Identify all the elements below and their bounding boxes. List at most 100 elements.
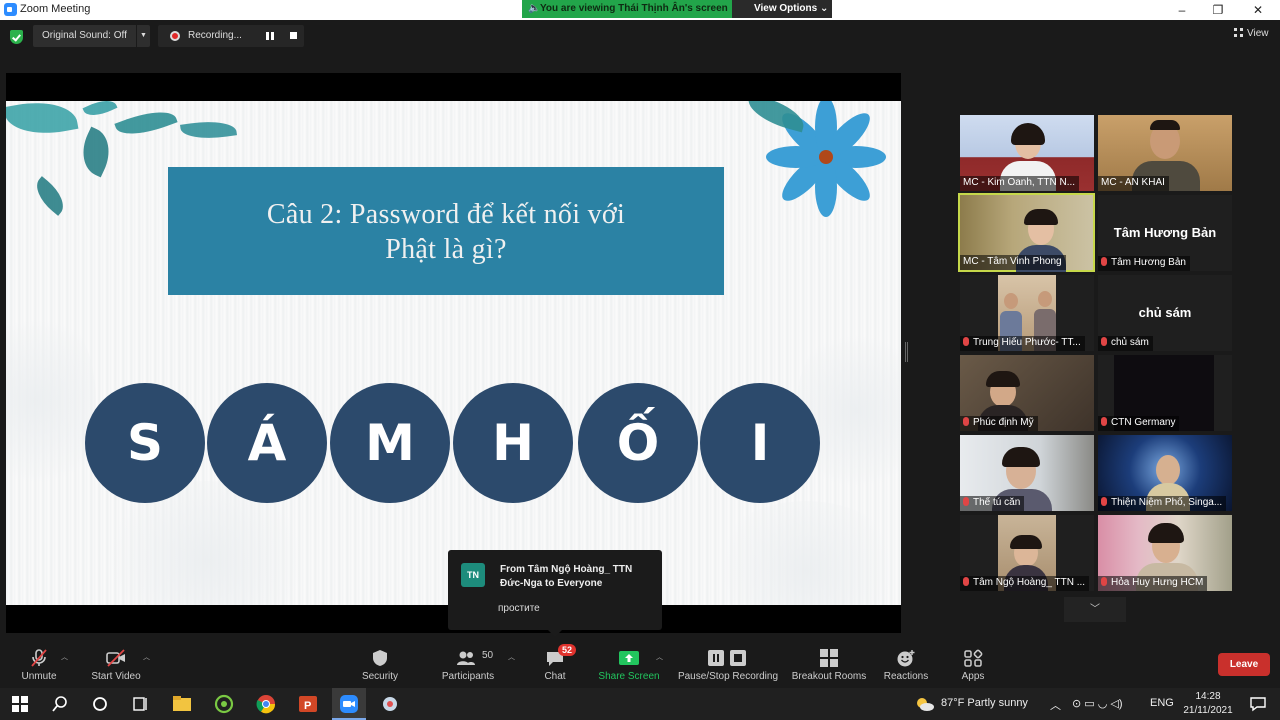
start-video-button[interactable]: Start Video <box>86 640 146 688</box>
participant-name: Tâm Hương Bản <box>1098 256 1190 271</box>
participant-name: Tâm Ngộ Hoàng_ TTN ... <box>960 576 1090 591</box>
participant-tile[interactable]: Trung Hiếu Phước- TT... <box>960 275 1094 351</box>
participant-tile-active-speaker[interactable]: MC - Tâm Vinh Phong <box>958 193 1095 272</box>
share-screen-button[interactable]: Share Screen <box>596 640 662 688</box>
green-app-icon[interactable] <box>214 694 234 714</box>
share-options-chevron-icon[interactable]: ︿ <box>656 652 663 662</box>
record-dot-icon <box>170 31 180 41</box>
leave-button[interactable]: Leave <box>1218 653 1270 676</box>
security-button[interactable]: Security <box>352 640 408 688</box>
unmute-button[interactable]: Unmute <box>10 640 68 688</box>
letter-circle: I <box>700 383 820 503</box>
participant-tile[interactable]: MC - AN KHAI <box>1098 115 1232 191</box>
misc-app-icon[interactable] <box>380 694 400 714</box>
system-tray-icons[interactable]: ⊙ ▭ ◡ ◁) <box>1072 697 1123 710</box>
chat-button[interactable]: 52 Chat <box>532 640 578 688</box>
windows-start-icon[interactable] <box>10 694 30 714</box>
view-options-button[interactable]: View Options ⌄ <box>732 0 832 18</box>
input-language[interactable]: ENG <box>1150 697 1174 709</box>
gallery-next-page-button[interactable]: ﹀ <box>1064 597 1126 622</box>
participant-tile[interactable]: Tâm Ngộ Hoàng_ TTN ... <box>960 515 1094 591</box>
cortana-icon[interactable] <box>90 694 110 714</box>
participant-name: Phúc định Mỹ <box>960 416 1038 431</box>
leaf-decoration <box>743 101 809 133</box>
viewing-screen-banner: 🔈 You are viewing Thái Thịnh Ân's screen <box>522 0 732 18</box>
chrome-icon[interactable] <box>256 694 276 714</box>
pause-stop-recording-label: Pause/Stop Recording <box>677 671 779 682</box>
apps-button[interactable]: Apps <box>950 640 996 688</box>
meeting-controls: Unmute ︿ Start Video ︿ Security 50 Parti… <box>0 640 1280 688</box>
close-icon[interactable]: ✕ <box>1240 0 1276 20</box>
muted-mic-icon <box>963 577 969 586</box>
muted-mic-icon <box>963 417 969 426</box>
unmute-label: Unmute <box>21 671 57 682</box>
chat-unread-badge: 52 <box>558 644 577 656</box>
svg-text:P: P <box>304 700 311 712</box>
view-button[interactable]: View <box>1234 28 1269 39</box>
participant-tile[interactable]: Thế tú căn <box>960 435 1094 511</box>
panel-resize-handle[interactable] <box>905 342 908 362</box>
participant-name: MC - Kim Oanh, TTN N... <box>960 176 1080 191</box>
participants-count: 50 <box>482 650 494 661</box>
leaf-decoration <box>82 101 118 122</box>
file-explorer-icon[interactable] <box>172 694 192 714</box>
weather-text[interactable]: 87°F Partly sunny <box>941 697 1028 709</box>
participant-tile[interactable]: chủ sám chủ sám <box>1098 275 1232 351</box>
clock-time: 14:28 <box>1195 691 1221 702</box>
muted-mic-icon <box>963 337 969 346</box>
leaf-decoration <box>180 117 237 143</box>
participants-label: Participants <box>441 671 495 682</box>
muted-mic-icon <box>963 497 969 506</box>
participant-tile[interactable]: MC - Kim Oanh, TTN N... <box>960 115 1094 191</box>
participant-tile[interactable]: Phúc định Mỹ <box>960 355 1094 431</box>
leaf-decoration <box>6 101 79 141</box>
muted-mic-icon <box>1101 337 1107 346</box>
maximize-icon[interactable]: ❐ <box>1200 0 1236 20</box>
powerpoint-icon[interactable]: P <box>298 694 318 714</box>
clock-date: 21/11/2021 <box>1183 705 1233 716</box>
view-label: View <box>1247 28 1269 39</box>
recording-indicator: Recording... <box>158 25 304 47</box>
zoom-meeting-window: Zoom Meeting 🔈 You are viewing Thái Thịn… <box>0 0 1280 720</box>
muted-mic-icon <box>1101 417 1107 426</box>
leaf-decoration <box>29 176 71 216</box>
question-line-1: Câu 2: Password để kết nối với <box>266 199 626 230</box>
shield-icon <box>373 650 387 666</box>
participant-name: chủ sám <box>1098 336 1153 351</box>
pause-stop-recording-button[interactable]: Pause/Stop Recording <box>676 640 780 688</box>
search-icon[interactable] <box>50 694 70 714</box>
notifications-icon[interactable] <box>1248 694 1268 714</box>
tray-overflow-chevron-icon[interactable]: ︿ <box>1050 697 1061 713</box>
zoom-taskbar-item[interactable] <box>332 688 366 720</box>
video-options-chevron-icon[interactable]: ︿ <box>143 652 150 662</box>
reactions-button[interactable]: Reactions <box>880 640 932 688</box>
breakout-rooms-button[interactable]: Breakout Rooms <box>790 640 868 688</box>
letter-circle: Ố <box>578 383 698 503</box>
task-view-icon[interactable] <box>130 694 150 714</box>
participant-name: Hỏa Huy Hưng HCM <box>1098 576 1208 591</box>
microphone-muted-icon <box>31 649 47 667</box>
participant-tile[interactable]: Hỏa Huy Hưng HCM <box>1098 515 1232 591</box>
audio-options-chevron-icon[interactable]: ︿ <box>61 652 68 662</box>
participant-tile[interactable]: Tâm Hương Bản Tâm Hương Bản <box>1098 195 1232 271</box>
participant-name: CTN Germany <box>1098 416 1180 431</box>
participant-tile[interactable]: CTN Germany <box>1098 355 1232 431</box>
original-sound-button[interactable]: Original Sound: Off ▼ <box>33 25 150 47</box>
stop-recording-icon[interactable] <box>290 32 297 39</box>
weather-partly-sunny-icon[interactable] <box>914 694 936 714</box>
participant-name: Trung Hiếu Phước- TT... <box>960 336 1085 351</box>
chat-notification[interactable]: TN From Tâm Ngộ Hoàng_ TTN Đức-Nga to Ev… <box>448 550 662 637</box>
participants-chevron-icon[interactable]: ︿ <box>508 652 515 662</box>
pause-recording-icon[interactable] <box>266 32 274 40</box>
chevron-down-icon[interactable]: ▼ <box>136 25 150 47</box>
encryption-shield-icon[interactable] <box>10 30 23 44</box>
presentation-slide: Câu 2: Password để kết nối với Phật là g… <box>6 101 901 605</box>
participants-button[interactable]: 50 Participants <box>436 640 500 688</box>
system-clock[interactable]: 14:28 21/11/2021 <box>1178 690 1238 718</box>
zoom-app-icon <box>340 695 358 713</box>
start-video-label: Start Video <box>91 671 141 682</box>
minimize-icon[interactable]: – <box>1164 0 1200 20</box>
video-off-icon <box>106 649 125 667</box>
participant-tile[interactable]: Thiện Niệm Phố, Singa... <box>1098 435 1232 511</box>
breakout-rooms-label: Breakout Rooms <box>791 671 867 682</box>
